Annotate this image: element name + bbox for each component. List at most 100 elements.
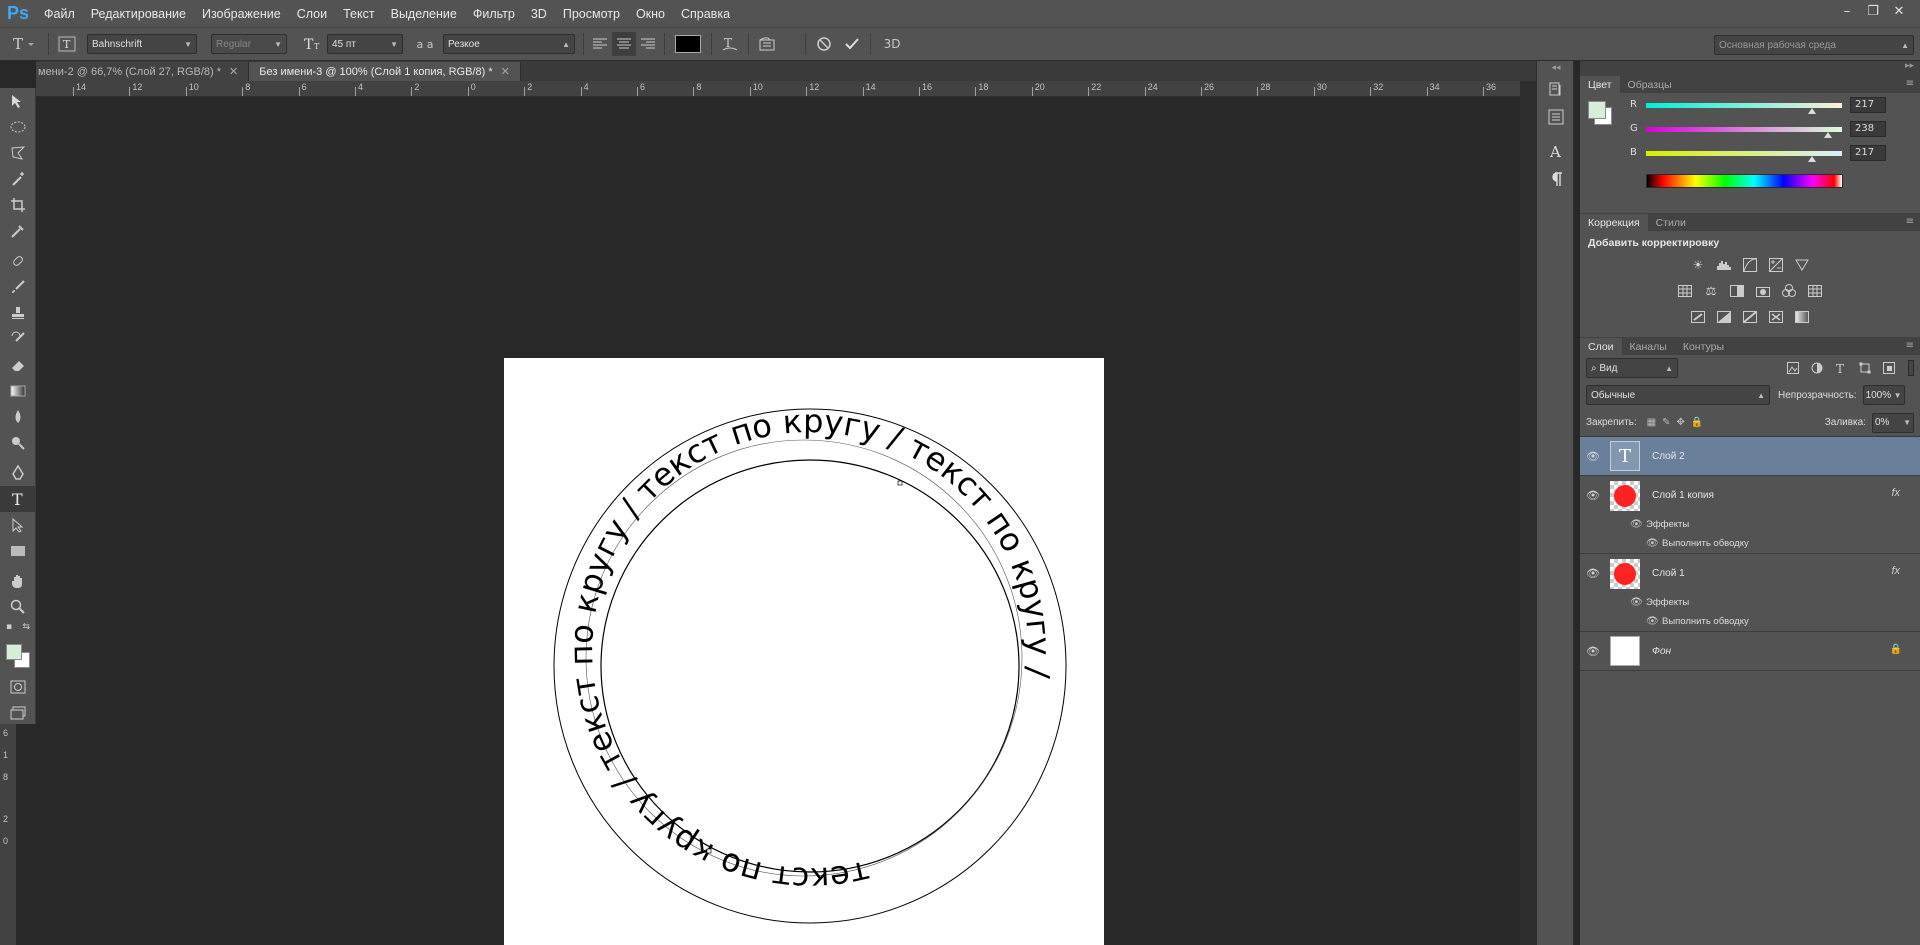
effects-row[interactable]: 👁 Эффекты [1580,593,1920,612]
align-center-icon[interactable] [612,32,636,56]
curves-icon[interactable] [1741,257,1759,273]
green-value-field[interactable]: 238 [1850,121,1886,137]
dodge-tool-icon[interactable] [0,430,36,456]
effects-eye-icon[interactable]: 👁 [1630,519,1643,530]
filter-adjustment-icon[interactable] [1808,360,1826,376]
font-style-dropdown[interactable]: Regular ▼ [211,34,287,54]
menu-help[interactable]: Справка [673,7,738,21]
visibility-eye-icon[interactable]: 👁 [1580,567,1606,580]
menu-edit[interactable]: Редактирование [83,7,194,21]
gradient-map-icon[interactable] [1793,309,1811,325]
character-panel-icon[interactable]: A [1537,137,1575,165]
type-tool-icon[interactable]: T [0,486,36,512]
tab-paths[interactable]: Контуры [1675,338,1732,355]
menu-view[interactable]: Просмотр [555,7,628,21]
color-spectrum-bar[interactable] [1646,174,1843,188]
layer-name[interactable]: Слой 1 [1652,568,1685,579]
swap-colors-icon[interactable]: ⇆ [22,622,30,632]
color-lookup-icon[interactable] [1806,283,1824,299]
collapse-dock-icon[interactable]: ◂◂ [1537,61,1575,75]
crop-tool-icon[interactable] [0,192,36,218]
filter-type-icon[interactable]: T [1832,360,1850,376]
threshold-icon[interactable] [1741,309,1759,325]
quick-mask-icon[interactable] [0,674,36,700]
3d-button[interactable]: 3D [875,32,909,56]
doc-tab-1[interactable]: мени-2 @ 66,7% (Слой 27, RGB/8) * ✕ [36,62,250,81]
menu-filter[interactable]: Фильтр [465,7,523,21]
layer-row[interactable]: 👁 Фон 🔒 [1580,632,1920,671]
vibrance-icon[interactable] [1793,257,1811,273]
effects-eye-icon[interactable]: 👁 [1630,597,1643,608]
paragraph-panel-icon[interactable] [1537,165,1575,193]
hand-tool-icon[interactable] [0,568,36,594]
effects-row[interactable]: 👁 Эффекты [1580,515,1920,534]
commit-edits-icon[interactable] [838,32,866,56]
eraser-tool-icon[interactable] [0,352,36,378]
green-slider-thumb[interactable] [1824,132,1832,138]
stroke-effect-row[interactable]: 👁 Выполнить обводку [1580,612,1920,632]
lock-all-icon[interactable]: 🔒 [1691,417,1703,428]
photo-filter-icon[interactable] [1754,283,1772,299]
layer-name[interactable]: Слой 2 [1652,451,1685,462]
foreground-color-swatch[interactable] [6,644,22,660]
layer-row[interactable]: 👁 T Слой 2 [1580,437,1920,476]
workspace-dropdown[interactable]: Основная рабочая среда ▲ [1714,35,1914,55]
text-color-swatch[interactable] [675,35,701,53]
posterize-icon[interactable] [1715,309,1733,325]
text-orientation-icon[interactable]: T [53,32,81,56]
visibility-eye-icon[interactable]: 👁 [1580,489,1606,502]
layer-name[interactable]: Слой 1 копия [1652,490,1714,501]
brightness-contrast-icon[interactable]: ☀ [1689,257,1707,273]
lock-position-icon[interactable]: ✥ [1677,417,1685,428]
blur-tool-icon[interactable] [0,404,36,430]
red-value-field[interactable]: 217 [1850,97,1886,113]
gradient-tool-icon[interactable] [0,378,36,404]
panel-menu-icon[interactable]: ≡ [1906,340,1914,351]
antialias-dropdown[interactable]: Резкое ▲ [443,34,575,54]
font-family-dropdown[interactable]: Bahnschrift ▼ [87,34,197,54]
layer-row[interactable]: 👁 Слой 1 копия fx [1580,476,1920,515]
menu-layers[interactable]: Слои [289,7,335,21]
close-icon[interactable]: ✕ [229,65,238,78]
tab-swatches[interactable]: Образцы [1620,76,1680,93]
filter-smart-object-icon[interactable] [1880,360,1898,376]
menu-file[interactable]: Файл [36,7,83,21]
levels-icon[interactable] [1715,257,1733,273]
vertical-scrollbar[interactable] [1520,81,1536,945]
menu-window[interactable]: Окно [628,7,673,21]
black-white-icon[interactable] [1728,283,1746,299]
lasso-tool-icon[interactable] [0,140,36,166]
text-tool-preset-icon[interactable]: T [0,32,44,56]
close-window-button[interactable]: ✕ [1886,2,1912,20]
align-right-icon[interactable] [636,32,660,56]
stroke-eye-icon[interactable]: 👁 [1646,616,1659,627]
menu-type[interactable]: Текст [335,7,382,21]
tab-styles[interactable]: Стили [1648,214,1694,231]
document-canvas[interactable]: текст по кругу / текст по кругу / текст … [504,346,1114,945]
tab-channels[interactable]: Каналы [1622,338,1675,355]
brush-tool-icon[interactable] [0,274,36,300]
panel-menu-icon[interactable]: ≡ [1906,78,1914,89]
vertical-ruler[interactable]: 6 1 8 2 0 [0,724,16,945]
magic-wand-tool-icon[interactable] [0,166,36,192]
healing-brush-tool-icon[interactable] [0,248,36,274]
color-balance-icon[interactable]: ⚖ [1702,283,1720,299]
layer-filter-dropdown[interactable]: ⌕ Вид ▲ [1586,358,1678,378]
fx-icon[interactable]: fx [1891,487,1900,499]
font-size-dropdown[interactable]: 45 пт ▼ [327,34,403,54]
path-anchor-point[interactable] [706,848,712,854]
filter-pixel-icon[interactable] [1784,360,1802,376]
collapse-panels-icon[interactable]: ▸▸ [1580,61,1920,75]
pen-tool-icon[interactable] [0,460,36,486]
lock-pixels-icon[interactable]: ✎ [1662,417,1670,428]
move-tool-icon[interactable] [0,88,36,114]
invert-icon[interactable] [1689,309,1707,325]
blue-value-field[interactable]: 217 [1850,145,1886,161]
align-left-icon[interactable] [588,32,612,56]
doc-tab-2[interactable]: Без имени-3 @ 100% (Слой 1 копия, RGB/8)… [249,62,521,81]
fx-icon[interactable]: fx [1891,565,1900,577]
visibility-eye-icon[interactable]: 👁 [1580,450,1606,463]
stroke-eye-icon[interactable]: 👁 [1646,538,1659,549]
default-colors-icon[interactable]: ▪ [6,622,12,632]
character-panel-icon[interactable] [753,32,781,56]
